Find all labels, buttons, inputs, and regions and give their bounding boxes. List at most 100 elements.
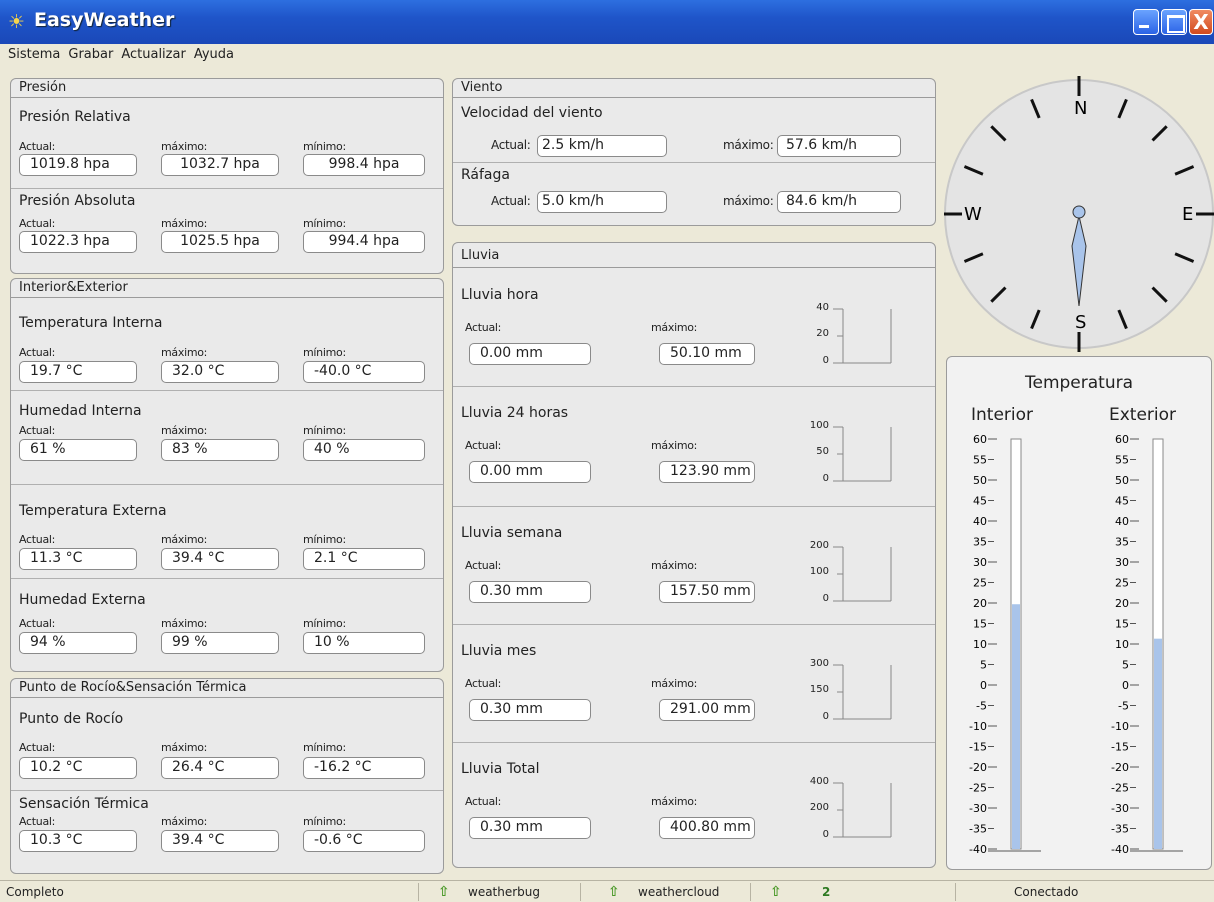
thermometers: 605550454035302520151050-5-10-15-20-25-3…	[969, 433, 1183, 856]
presion-absoluta-min: 994.4 hpa	[303, 231, 425, 253]
temp-scale-label: 15	[1115, 618, 1129, 631]
actual-label: Actual:	[19, 741, 56, 754]
minimize-button[interactable]	[1133, 9, 1159, 35]
temp-scale-label: 5	[980, 659, 987, 672]
section-title: Ráfaga	[461, 167, 510, 183]
max-label: máximo:	[161, 533, 208, 546]
min-label: mínimo:	[303, 346, 346, 359]
upload-arrow-icon: ⇧	[608, 884, 620, 900]
section-title: Humedad Externa	[19, 592, 146, 608]
temp-scale-label: -20	[1111, 761, 1129, 774]
temperatura-panel: Temperatura Interior Exterior 60 55 50 45 40…	[946, 356, 1212, 870]
temp-scale-label: 55	[1115, 454, 1129, 467]
lluvia-actual: 0.30 mm	[469, 699, 591, 721]
rocio-panel: Punto de Rocío&Sensación Térmica Punto d…	[10, 678, 444, 874]
actual-label: Actual:	[19, 617, 56, 630]
actual-label: Actual:	[19, 815, 56, 828]
punto-rocio-max: 26.4 °C	[161, 757, 279, 779]
rocio-title: Punto de Rocío&Sensación Térmica	[11, 679, 443, 698]
temp-scale-label: -25	[969, 782, 987, 795]
status-bar: Completo ⇧ weatherbug ⇧ weathercloud ⇧ 2…	[0, 880, 1214, 902]
temp-scale-label: 25	[1115, 577, 1129, 590]
menu-actualizar[interactable]: Actualizar	[121, 47, 185, 62]
lluvia-section: Lluvia semana Actual: máximo: 0.30 mm 157.50…	[453, 507, 935, 625]
temp-scale-label: 60	[973, 433, 987, 446]
rain-gauge	[833, 308, 892, 364]
lluvia-max: 50.10 mm	[659, 343, 755, 365]
sensacion-max: 39.4 °C	[161, 830, 279, 852]
viento-title: Viento	[453, 79, 935, 98]
presion-relativa-section: Presión Relativa Actual: máximo: mínimo:…	[11, 99, 443, 189]
close-button[interactable]: X	[1189, 9, 1213, 35]
presion-absoluta-actual: 1022.3 hpa	[19, 231, 137, 253]
temp-scale-label: 10	[1115, 638, 1129, 651]
actual-label: Actual:	[465, 795, 502, 808]
max-label: máximo:	[161, 140, 208, 153]
temp-externa-min: 2.1 °C	[303, 548, 425, 570]
max-label: máximo:	[651, 321, 698, 334]
status-weatherbug: weatherbug	[468, 885, 541, 899]
max-label: máximo:	[161, 815, 208, 828]
max-label: máximo:	[723, 194, 774, 208]
max-label: máximo:	[161, 346, 208, 359]
temp-scale-label: 20	[973, 597, 987, 610]
thermometer-fill	[1154, 638, 1162, 849]
temp-scale-label: -10	[1111, 720, 1129, 733]
temp-scale-label: -35	[1111, 823, 1129, 836]
punto-rocio-section: Punto de Rocío Actual: máximo: mínimo: 1…	[11, 699, 443, 791]
lluvia-actual: 0.30 mm	[469, 817, 591, 839]
menu-sistema[interactable]: Sistema	[8, 47, 60, 62]
actual-label: Actual:	[19, 217, 56, 230]
temp-interna-section: Temperatura Interna Actual: máximo: míni…	[11, 299, 443, 391]
min-label: mínimo:	[303, 741, 346, 754]
menu-bar: Sistema Grabar Actualizar Ayuda	[0, 44, 1214, 67]
actual-label: Actual:	[491, 138, 531, 152]
temp-externa-section: Temperatura Externa Actual: máximo: míni…	[11, 485, 443, 579]
temp-interna-actual: 19.7 °C	[19, 361, 137, 383]
viento-panel: Viento Velocidad del viento Actual: 2.5 …	[452, 78, 936, 226]
upload-arrow-icon: ⇧	[438, 884, 450, 900]
lluvia-section: Lluvia hora Actual: máximo: 0.00 mm 50.10 mm…	[453, 269, 935, 387]
section-title: Presión Absoluta	[19, 193, 136, 209]
section-title: Temperatura Externa	[19, 503, 167, 519]
compass-w-label: W	[964, 204, 982, 225]
temp-scale-label: -30	[969, 802, 987, 815]
temp-scale-label: 40	[973, 515, 987, 528]
temp-scale-label: 50	[973, 474, 987, 487]
maximize-button[interactable]	[1161, 9, 1187, 35]
temp-scale-label: 45	[973, 495, 987, 508]
max-label: máximo:	[651, 439, 698, 452]
lluvia-max: 291.00 mm	[659, 699, 755, 721]
min-label: mínimo:	[303, 533, 346, 546]
section-title: Temperatura Interna	[19, 315, 163, 331]
status-weathercloud: weathercloud	[638, 885, 720, 899]
hum-externa-min: 10 %	[303, 632, 425, 654]
temp-externa-max: 39.4 °C	[161, 548, 279, 570]
temp-scale-label: 0	[1122, 679, 1129, 692]
temp-scale-label: 50	[1115, 474, 1129, 487]
menu-ayuda[interactable]: Ayuda	[194, 47, 234, 62]
temp-scale-label: 60	[1115, 433, 1129, 446]
temp-scale-label: -30	[1111, 802, 1129, 815]
hum-externa-max: 99 %	[161, 632, 279, 654]
temp-externa-actual: 11.3 °C	[19, 548, 137, 570]
temp-scale-label: -40	[969, 843, 987, 856]
actual-label: Actual:	[465, 439, 502, 452]
lluvia-panel: Lluvia Lluvia hora Actual: máximo: 0.00 mm 5…	[452, 242, 936, 868]
temp-scale-label: -40	[1111, 843, 1129, 856]
needle-pivot	[1072, 205, 1086, 219]
presion-absoluta-max: 1025.5 hpa	[161, 231, 279, 253]
section-title: Punto de Rocío	[19, 711, 124, 727]
section-title: Lluvia Total	[461, 761, 540, 777]
viento-actual: 2.5 km/h	[537, 135, 667, 157]
sensacion-termica-section: Sensación Térmica Actual: máximo: mínimo…	[11, 791, 443, 873]
presion-relativa-actual: 1019.8 hpa	[19, 154, 137, 176]
max-label: máximo:	[651, 677, 698, 690]
section-title: Humedad Interna	[19, 403, 142, 419]
temp-scale-label: -5	[1118, 700, 1129, 713]
temp-scale-label: 30	[1115, 556, 1129, 569]
menu-grabar[interactable]: Grabar	[68, 47, 113, 62]
temp-scale-label: 55	[973, 454, 987, 467]
temp-scale-label: -20	[969, 761, 987, 774]
actual-label: Actual:	[491, 194, 531, 208]
